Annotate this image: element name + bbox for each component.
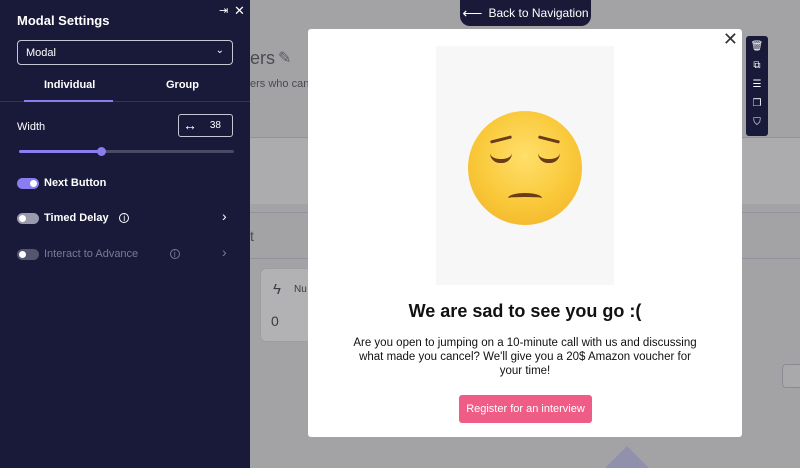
- element-type-value: Modal: [26, 47, 56, 59]
- arrow-left-icon: ⟵: [462, 5, 483, 21]
- bookmark-icon[interactable]: ⛉: [746, 117, 768, 128]
- page-title-fragment: ers: [250, 48, 276, 68]
- emoji-mouth: [508, 193, 542, 203]
- width-label: Width: [17, 121, 46, 133]
- option-label: Interact to Advance: [44, 248, 139, 260]
- sliders-icon[interactable]: ☰: [746, 79, 768, 90]
- settings-tabs: Individual Group: [0, 74, 250, 102]
- active-tab-indicator: [24, 100, 113, 102]
- register-interview-button[interactable]: Register for an interview: [459, 395, 592, 423]
- metric-card-value: 0: [271, 313, 279, 329]
- decorative-shape: [605, 446, 649, 468]
- calendar-icon: [782, 364, 800, 388]
- horizontal-resize-icon: ↔: [183, 117, 197, 133]
- modal-image: [436, 46, 614, 285]
- modal-body-text: Are you open to jumping on a 10-minute c…: [353, 337, 697, 377]
- modal-heading: We are sad to see you go :(: [408, 301, 642, 321]
- toggle-knob: [19, 215, 26, 222]
- collapse-panel-icon[interactable]: ⇥: [219, 4, 228, 17]
- info-icon[interactable]: i: [119, 213, 130, 223]
- element-type-select[interactable]: Modal ⌄: [17, 40, 233, 65]
- cancellation-modal: ✕ We are sad to see you go :( Are you op…: [308, 29, 742, 437]
- back-to-navigation-label: Back to Navigation: [488, 6, 589, 20]
- chevron-down-icon: ⌄: [215, 45, 224, 56]
- toggle-switch[interactable]: [17, 178, 39, 189]
- section-title-fragment: t: [250, 228, 254, 244]
- chevron-right-icon[interactable]: ›: [222, 208, 227, 224]
- trash-icon[interactable]: 🗑: [746, 41, 768, 52]
- copy-icon[interactable]: ⧉: [746, 60, 768, 71]
- element-toolbar: 🗑 ⧉ ☰ ❐ ⛉: [746, 36, 768, 136]
- pensive-face-emoji: [468, 111, 582, 225]
- lightning-icon: ϟ: [273, 281, 281, 298]
- emoji-brow: [537, 135, 561, 144]
- width-slider-fill: [19, 150, 101, 153]
- tab-group[interactable]: Group: [166, 79, 199, 91]
- width-slider[interactable]: [19, 147, 234, 156]
- option-label: Timed Delay: [44, 212, 109, 224]
- emoji-eye: [538, 153, 560, 163]
- panel-title: Modal Settings: [17, 13, 110, 28]
- close-icon[interactable]: ✕: [234, 3, 245, 19]
- close-icon[interactable]: ✕: [723, 29, 738, 50]
- toggle-knob: [19, 251, 26, 258]
- emoji-brow: [489, 135, 513, 144]
- duplicate-icon[interactable]: ❐: [746, 98, 768, 109]
- toggle-switch: [17, 249, 39, 260]
- toggle-switch[interactable]: [17, 213, 39, 224]
- tab-individual[interactable]: Individual: [44, 79, 95, 91]
- back-to-navigation-button[interactable]: ⟵ Back to Navigation: [460, 0, 591, 26]
- modal-settings-panel: Modal Settings ⇥ ✕ Modal ⌄ Individual Gr…: [0, 0, 250, 468]
- chevron-right-icon: ›: [222, 244, 227, 260]
- metric-card-label: Nu: [294, 284, 307, 295]
- page-subtitle-fragment: ers who canc: [250, 78, 315, 90]
- pencil-icon: ✎: [278, 50, 292, 67]
- width-value: 38: [209, 120, 221, 131]
- width-input[interactable]: ↔ 38: [178, 114, 233, 137]
- info-icon[interactable]: i: [169, 249, 180, 259]
- toggle-knob: [30, 180, 37, 187]
- option-label: Next Button: [44, 177, 107, 189]
- width-slider-handle[interactable]: [96, 147, 106, 156]
- emoji-eye: [490, 153, 512, 163]
